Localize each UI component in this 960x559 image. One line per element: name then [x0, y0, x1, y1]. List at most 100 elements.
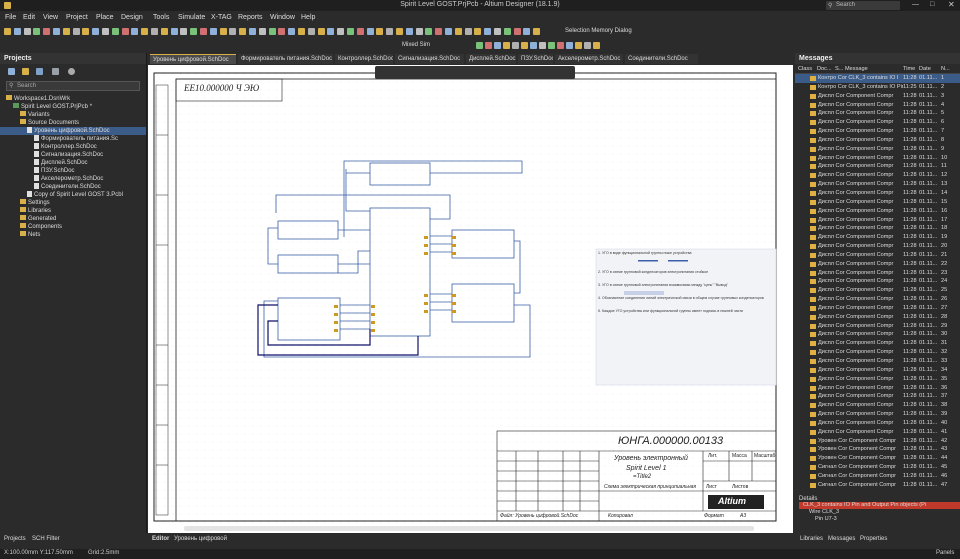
- message-row[interactable]: Диспл Cor Component Compr 11:28 01.11... 30: [795, 330, 960, 339]
- toolbar-icon[interactable]: [386, 28, 394, 35]
- message-row[interactable]: Диспл Cor Component Compr 11:28 01.11... 18: [795, 224, 960, 233]
- doc-tab[interactable]: Дисплей.SchDoc: [466, 54, 516, 64]
- schematic-canvas[interactable]: ЕЕ10.000000 Ч ЭЮ ЮНГА.000000.00133 Урове…: [148, 65, 793, 533]
- toolbar-icon[interactable]: [298, 28, 305, 35]
- bottom-tab[interactable]: SCH Filter: [32, 536, 60, 542]
- toolbar-icon[interactable]: [82, 28, 90, 35]
- tree-folder[interactable]: Libraries: [0, 207, 146, 215]
- toolbar-icon[interactable]: [523, 28, 531, 35]
- toolbar-icon[interactable]: [405, 28, 413, 35]
- toolbar-icon[interactable]: [593, 42, 600, 49]
- toolbar-icon[interactable]: [209, 28, 217, 35]
- h-scrollbar[interactable]: [184, 526, 754, 531]
- toolbar-icon[interactable]: [258, 28, 266, 35]
- message-row[interactable]: Диспл Cor Component Compr 11:28 01.11... 14: [795, 189, 960, 198]
- menu-item-0[interactable]: File: [5, 14, 16, 21]
- menu-item-5[interactable]: Design: [121, 14, 143, 21]
- toolbar-icon[interactable]: [494, 28, 501, 35]
- tree-item[interactable]: Контроллер.SchDoc: [0, 143, 146, 151]
- toolbar-icon[interactable]: [356, 28, 364, 35]
- toolbar-icon[interactable]: [200, 28, 207, 35]
- toolbar-icon[interactable]: [396, 28, 403, 35]
- toolbar-icon[interactable]: [229, 28, 237, 35]
- toolbar-icon[interactable]: [239, 28, 247, 35]
- message-row[interactable]: Диспл Cor Component Compr 11:28 01.11... 28: [795, 313, 960, 322]
- toolbar-icon[interactable]: [347, 28, 354, 35]
- message-row[interactable]: Уровен Cor Component Compr 11:28 01.11... 4…: [795, 437, 960, 446]
- toolbar-icon[interactable]: [92, 28, 100, 35]
- toolbar-icon[interactable]: [151, 28, 158, 35]
- message-row[interactable]: Диспл Cor Component Compr 11:28 01.11... 27: [795, 304, 960, 313]
- toolbar-icon[interactable]: [4, 28, 11, 35]
- message-row[interactable]: Диспл Cor Component Compr 11:28 01.11... 23: [795, 269, 960, 278]
- toolbar-icon[interactable]: [53, 28, 60, 35]
- doc-tab[interactable]: ПЗУ.SchDoc: [518, 54, 553, 64]
- message-row[interactable]: Диспл Cor Component Compr 11:28 01.11... 3: [795, 92, 960, 101]
- open-icon[interactable]: [8, 68, 15, 75]
- menu-item-3[interactable]: Project: [66, 14, 88, 21]
- message-row[interactable]: Диспл Cor Component Compr 11:28 01.11... 7: [795, 127, 960, 136]
- toolbar-icon[interactable]: [72, 28, 80, 35]
- tree-folder[interactable]: Nets: [0, 231, 146, 239]
- toolbar-icon[interactable]: [33, 28, 41, 35]
- message-row[interactable]: Диспл Cor Component Compr 11:28 01.11... 25: [795, 286, 960, 295]
- toolbar-icon[interactable]: [533, 28, 541, 35]
- doc-tab[interactable]: Сигнализация.SchDoc: [395, 54, 464, 64]
- messages-column-header[interactable]: Time: [903, 66, 915, 72]
- message-row[interactable]: Контро Cor CLK_3 contains IO I 11:28 01.11…: [795, 74, 960, 83]
- doc-tab[interactable]: Акселерометр.SchDoc: [555, 54, 623, 64]
- toolbar-icon[interactable]: [278, 28, 286, 35]
- panels-button[interactable]: Panels: [936, 550, 954, 556]
- toolbar-icon[interactable]: [415, 28, 423, 35]
- tree-item[interactable]: ПЗУ.SchDoc: [0, 167, 146, 175]
- tree-folder[interactable]: Generated: [0, 215, 146, 223]
- projects-search[interactable]: ⚲ Search: [6, 81, 140, 91]
- menu-item-10[interactable]: Window: [270, 14, 295, 21]
- message-row[interactable]: Диспл Cor Component Compr 11:28 01.11... 22: [795, 260, 960, 269]
- toolbar-icon[interactable]: [102, 28, 109, 35]
- menu-item-1[interactable]: Edit: [23, 14, 35, 21]
- tree-folder[interactable]: Settings: [0, 199, 146, 207]
- toolbar-icon[interactable]: [503, 42, 510, 49]
- toolbar-icon[interactable]: [141, 28, 149, 35]
- message-row[interactable]: Диспл Cor Component Compr 11:28 01.11... 10: [795, 154, 960, 163]
- menu-item-2[interactable]: View: [43, 14, 58, 21]
- message-row[interactable]: Диспл Cor Component Compr 11:28 01.11... 19: [795, 233, 960, 242]
- message-row[interactable]: Диспл Cor Component Compr 11:28 01.11... 16: [795, 207, 960, 216]
- toolbar-icon[interactable]: [512, 42, 519, 49]
- message-row[interactable]: Диспл Cor Component Compr 11:28 01.11... 34: [795, 366, 960, 375]
- toolbar-icon[interactable]: [521, 42, 528, 49]
- toolbar-icon[interactable]: [43, 28, 51, 35]
- selection-memory-label[interactable]: Selection Memory Dialog: [565, 28, 632, 34]
- message-row[interactable]: Диспл Cor Component Compr 11:28 01.11... 15: [795, 198, 960, 207]
- gear-icon[interactable]: [68, 68, 75, 75]
- menu-item-4[interactable]: Place: [96, 14, 114, 21]
- toolbar-icon[interactable]: [435, 28, 443, 35]
- message-row[interactable]: Диспл Cor Component Compr 11:28 01.11... 24: [795, 277, 960, 286]
- message-row[interactable]: Диспл Cor Component Compr 11:28 01.11... 41: [795, 428, 960, 437]
- close-button[interactable]: ✕: [948, 0, 955, 9]
- message-row[interactable]: Диспл Cor Component Compr 11:28 01.11... 13: [795, 180, 960, 189]
- toolbar-icon[interactable]: [530, 42, 537, 49]
- toolbar-icon[interactable]: [454, 28, 462, 35]
- toolbar-icon[interactable]: [131, 28, 139, 35]
- folder-icon[interactable]: [22, 68, 29, 75]
- toolbar-icon[interactable]: [23, 28, 31, 35]
- messages-column-header[interactable]: S...: [835, 66, 843, 72]
- toolbar-icon[interactable]: [307, 28, 315, 35]
- maximize-button[interactable]: □: [930, 1, 934, 8]
- menu-item-9[interactable]: Reports: [238, 14, 263, 21]
- tree-item[interactable]: Workspace1.DsnWrk: [0, 95, 146, 103]
- message-row[interactable]: Диспл Cor Component Compr 11:28 01.11... 40: [795, 419, 960, 428]
- message-row[interactable]: Диспл Cor Component Compr 11:28 01.11... 35: [795, 375, 960, 384]
- toolbar-icon[interactable]: [268, 28, 276, 35]
- tree-item[interactable]: Соединители.SchDoc: [0, 183, 146, 191]
- toolbar-icon[interactable]: [327, 28, 335, 35]
- toolbar-icon[interactable]: [425, 28, 433, 35]
- message-row[interactable]: Диспл Cor Component Compr 11:28 01.11... 32: [795, 348, 960, 357]
- toolbar-icon[interactable]: [445, 28, 452, 35]
- message-row[interactable]: Диспл Cor Component Compr 11:28 01.11... 11: [795, 162, 960, 171]
- toolbar-icon[interactable]: [548, 42, 555, 49]
- detail-item[interactable]: Wire CLK_3: [799, 509, 960, 516]
- detail-item[interactable]: CLK_3 contains IO Pin and Output Pin obj…: [799, 501, 960, 509]
